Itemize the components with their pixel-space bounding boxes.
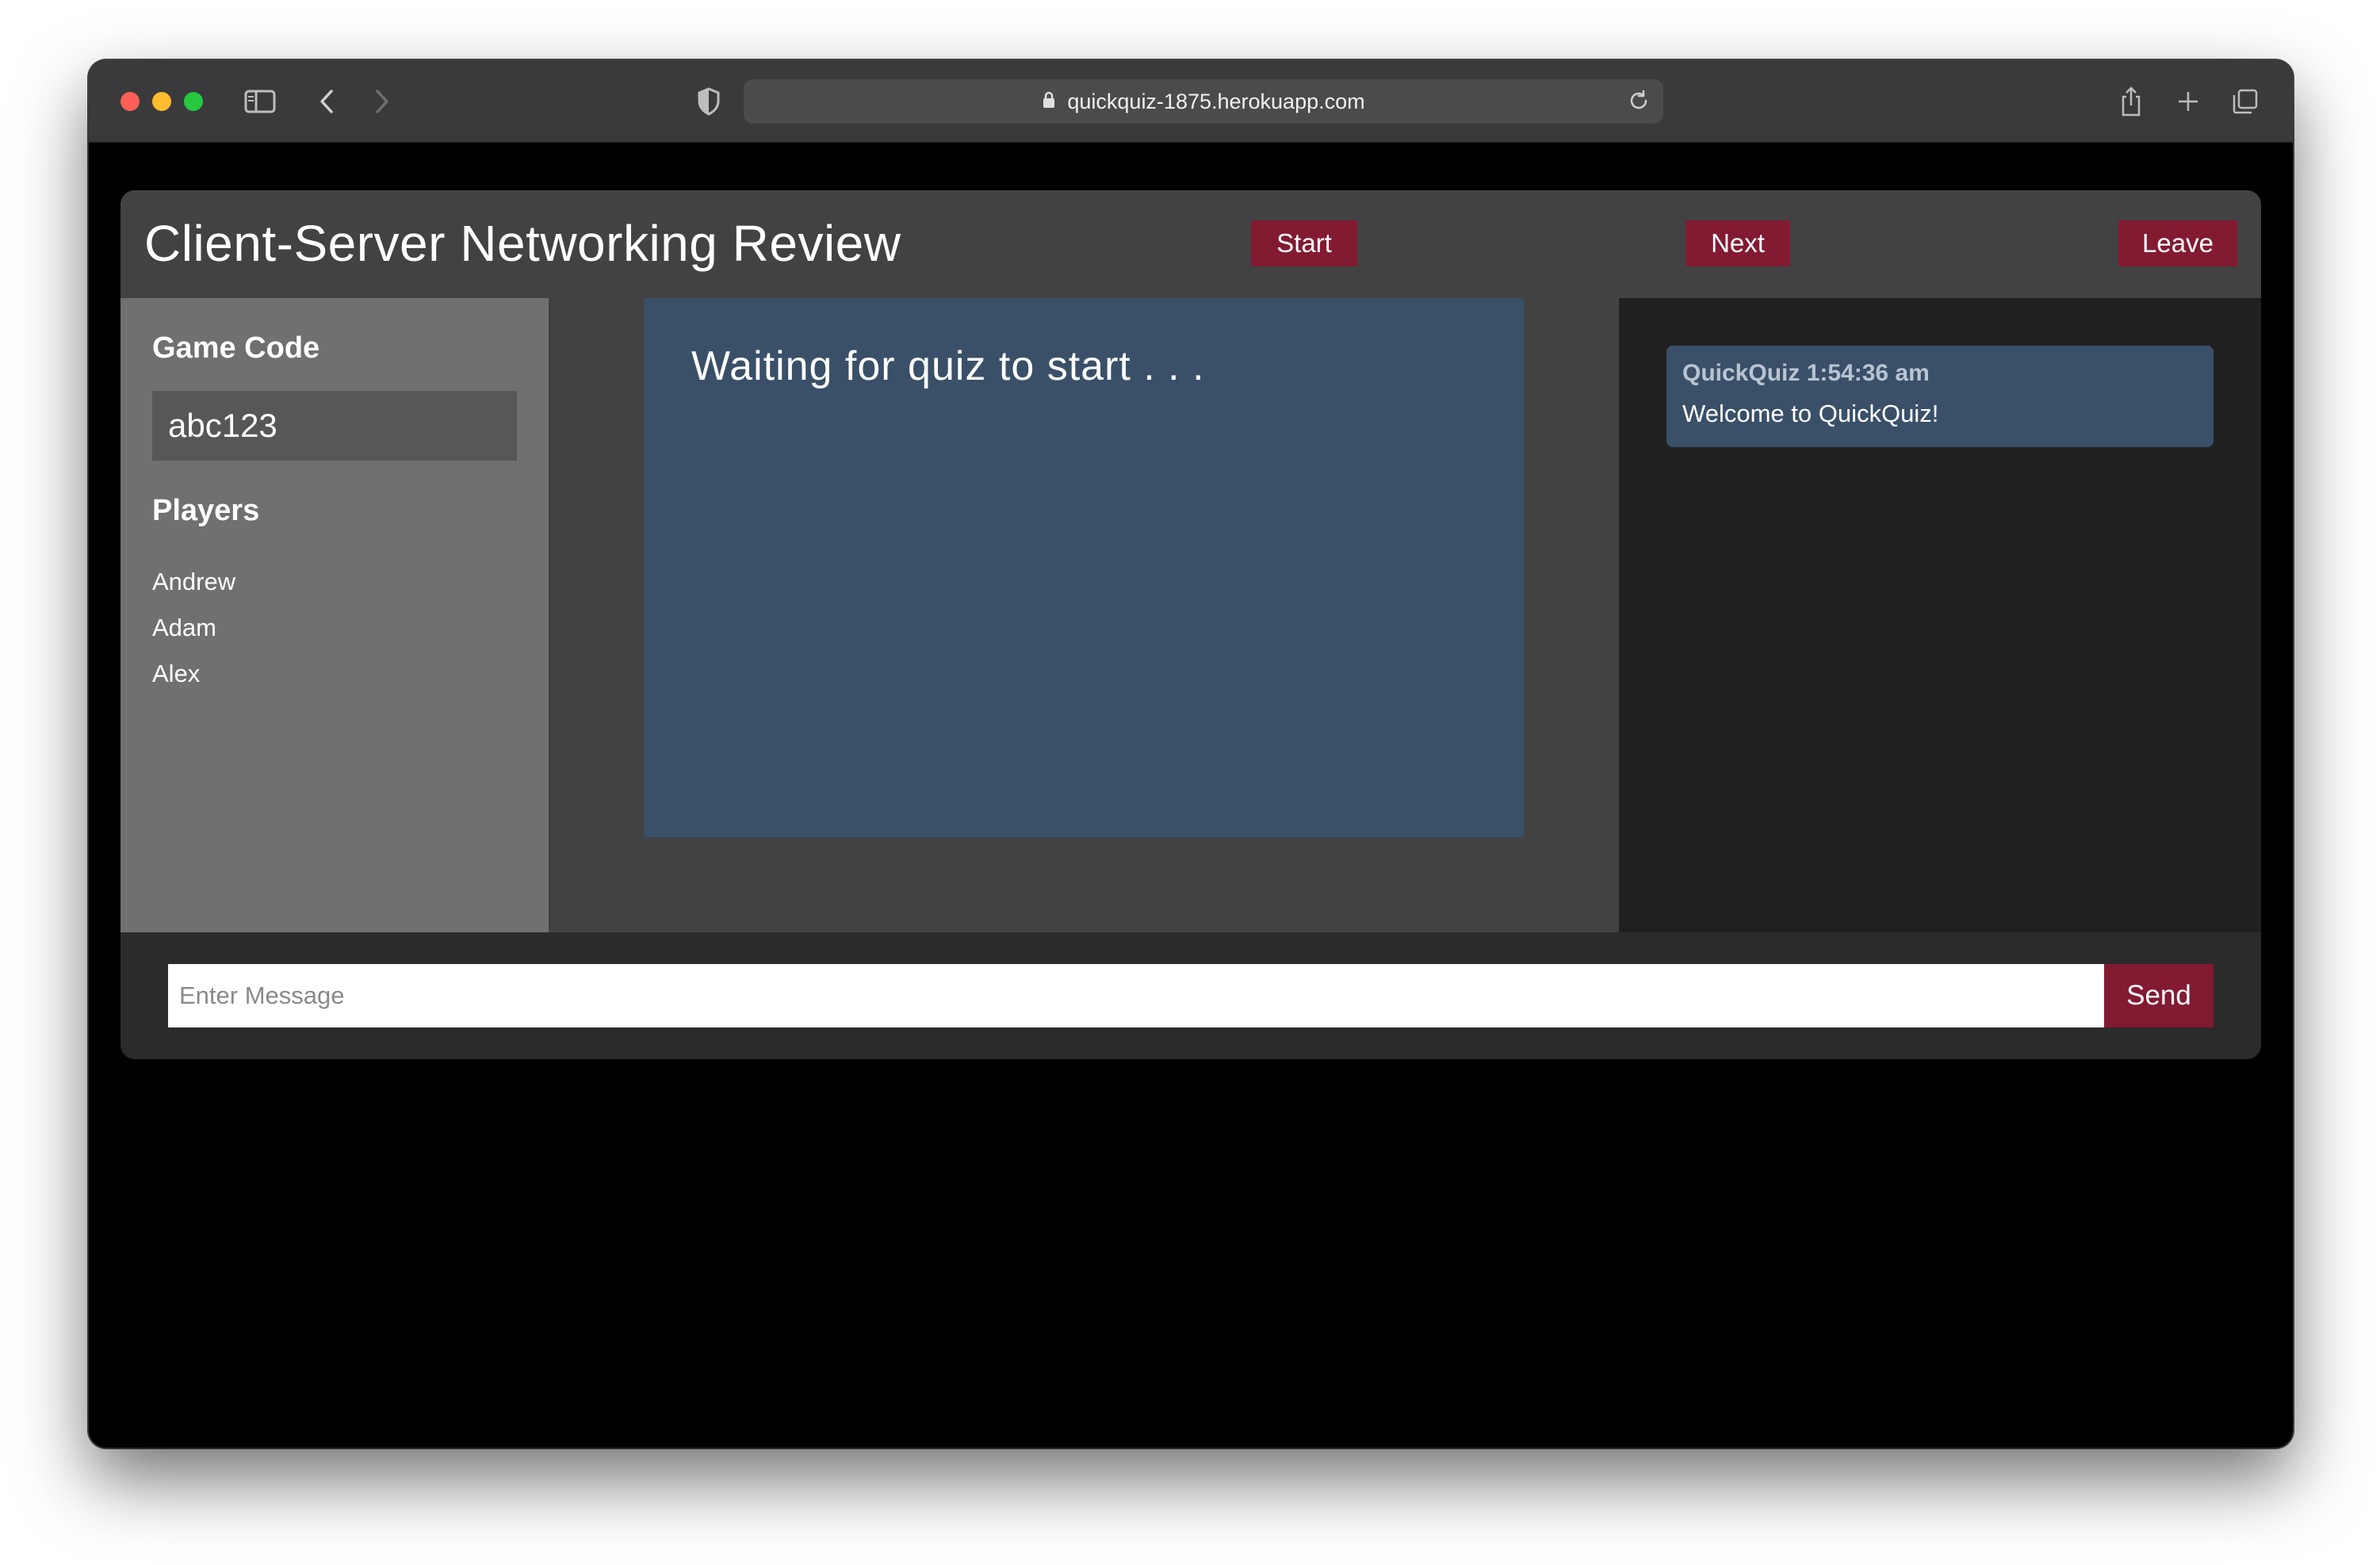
sidebar-toggle-icon[interactable] (243, 84, 277, 119)
forward-icon[interactable] (366, 84, 398, 119)
leave-button[interactable]: Leave (2118, 220, 2237, 266)
players-heading: Players (152, 494, 260, 527)
game-code-value: abc123 (152, 391, 517, 461)
player-item: Adam (152, 614, 216, 641)
chat-message-meta: QuickQuiz 1:54:36 am (1682, 360, 1930, 386)
reload-icon[interactable] (1627, 89, 1651, 117)
chat-panel: QuickQuiz 1:54:36 am Welcome to QuickQui… (1619, 298, 2261, 932)
chat-message-text: Welcome to QuickQuiz! (1682, 400, 1939, 427)
question-panel: Waiting for quiz to start . . . (644, 298, 1524, 837)
browser-toolbar: quickquiz-1875.herokuapp.com (89, 60, 2293, 143)
share-icon[interactable] (2115, 84, 2147, 119)
new-tab-icon[interactable] (2172, 84, 2204, 119)
back-icon[interactable] (311, 84, 342, 119)
browser-window: quickquiz-1875.herokuapp.com Client-Serv… (89, 60, 2293, 1448)
send-button[interactable]: Send (2104, 964, 2214, 1027)
privacy-shield-icon[interactable] (693, 84, 725, 119)
app-header: Client-Server Networking Review Start Ne… (121, 190, 2261, 298)
minimize-window-button[interactable] (152, 92, 171, 111)
quiz-main-area: Waiting for quiz to start . . . (549, 298, 1619, 932)
game-code-heading: Game Code (152, 331, 320, 365)
lock-icon (1042, 90, 1056, 113)
next-button[interactable]: Next (1686, 220, 1790, 266)
tab-overview-icon[interactable] (2229, 84, 2261, 119)
close-window-button[interactable] (121, 92, 140, 111)
url-text: quickquiz-1875.herokuapp.com (1067, 89, 1365, 113)
address-bar[interactable]: quickquiz-1875.herokuapp.com (744, 79, 1663, 124)
start-button[interactable]: Start (1251, 220, 1357, 266)
game-sidebar: Game Code abc123 Players Andrew Adam Ale… (121, 298, 549, 932)
message-composer: Send (168, 964, 2214, 1027)
quiz-status-text: Waiting for quiz to start . . . (691, 343, 1205, 389)
player-item: Andrew (152, 568, 236, 595)
chat-message: QuickQuiz 1:54:36 am Welcome to QuickQui… (1666, 346, 2214, 447)
quiz-app: Client-Server Networking Review Start Ne… (121, 190, 2261, 1059)
message-input[interactable] (168, 964, 2104, 1027)
quiz-title: Client-Server Networking Review (144, 215, 901, 272)
zoom-window-button[interactable] (184, 92, 203, 111)
player-item: Alex (152, 660, 201, 687)
